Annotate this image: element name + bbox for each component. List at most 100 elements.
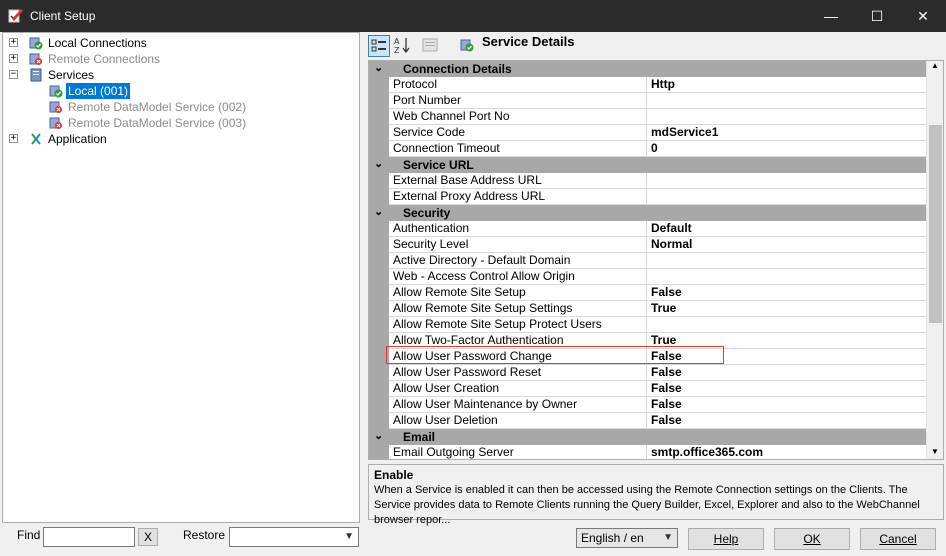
property-value[interactable]: smtp.office365.com (647, 445, 926, 459)
help-button[interactable]: Help (688, 528, 764, 550)
property-grid[interactable]: Email Outgoing Server smtp.office365.com ⌄… (368, 60, 944, 460)
property-grid-scrollbar[interactable]: ▲ ▼ (926, 61, 943, 459)
property-name: External Base Address URL (389, 173, 647, 189)
category-row[interactable]: ⌄ Security (369, 205, 926, 221)
alphabetical-button[interactable]: A Z (392, 35, 414, 57)
property-row[interactable]: Connection Timeout 0 (369, 141, 926, 157)
find-input[interactable] (43, 527, 135, 547)
property-row[interactable]: Security Level Normal (369, 237, 926, 253)
restore-label: Restore (183, 528, 226, 542)
help-text: When a Service is enabled it can then be… (374, 484, 920, 526)
property-value[interactable] (647, 269, 926, 285)
property-value[interactable]: False (647, 365, 926, 381)
minimize-button[interactable]: — (808, 0, 854, 32)
language-dropdown[interactable]: English / en ▼ (576, 528, 678, 548)
service-enabled-icon (460, 39, 474, 52)
property-name: Protocol (389, 77, 647, 93)
property-name: Web - Access Control Allow Origin (389, 269, 647, 285)
category-row[interactable]: ⌄ Email (369, 429, 926, 445)
property-name: Service Code (389, 125, 647, 141)
local-connections-icon (29, 37, 43, 50)
scroll-up-icon[interactable]: ▲ (931, 61, 939, 70)
category-row[interactable]: ⌄ Service URL (369, 157, 926, 173)
tree-item[interactable]: + Local Connections (3, 35, 353, 51)
service-enabled-icon (49, 85, 63, 98)
property-value[interactable]: Normal (647, 237, 926, 253)
tree-item-label: Remote DataModel Service (003) (68, 116, 247, 130)
expand-icon[interactable]: + (9, 134, 18, 143)
tree-item[interactable]: + Remote Connections (3, 51, 353, 67)
property-row[interactable]: External Proxy Address URL (369, 189, 926, 205)
property-row[interactable]: Allow Remote Site Setup False (369, 285, 926, 301)
ok-button[interactable]: OK (774, 528, 850, 550)
row-gutter (369, 253, 389, 269)
svg-text:Z: Z (394, 46, 400, 55)
scroll-down-icon[interactable]: ▼ (931, 447, 939, 456)
navigation-tree[interactable]: + Local Connections + Remote Connections − Se… (2, 32, 360, 523)
property-row[interactable]: Allow User Password Reset False (369, 365, 926, 381)
property-row[interactable]: Web - Access Control Allow Origin (369, 269, 926, 285)
property-value[interactable] (647, 253, 926, 269)
close-button[interactable]: ✕ (900, 0, 946, 32)
property-row[interactable]: Active Directory - Default Domain (369, 253, 926, 269)
tree-item[interactable]: Local (001) (3, 83, 353, 99)
property-pages-button[interactable] (420, 35, 442, 57)
property-value[interactable]: mdService1 (647, 125, 926, 141)
property-value[interactable]: False (647, 285, 926, 301)
row-gutter (369, 397, 389, 413)
collapse-icon[interactable]: ⌄ (374, 429, 383, 442)
property-value[interactable]: False (647, 397, 926, 413)
expand-icon[interactable]: + (9, 54, 18, 63)
collapse-icon[interactable]: ⌄ (374, 157, 383, 170)
property-value[interactable] (647, 317, 926, 333)
tree-item[interactable]: + Application (3, 131, 353, 147)
property-value[interactable]: True (647, 301, 926, 317)
property-row[interactable]: Service Code mdService1 (369, 125, 926, 141)
collapse-icon[interactable]: ⌄ (374, 205, 383, 218)
row-gutter (369, 285, 389, 301)
title-bar: Client Setup — ☐ ✕ (0, 0, 946, 32)
property-value[interactable]: False (647, 381, 926, 397)
property-row[interactable]: Email Outgoing Server smtp.office365.com (369, 445, 926, 459)
property-row[interactable]: Allow User Deletion False (369, 413, 926, 429)
collapse-icon[interactable]: − (9, 70, 18, 79)
property-value[interactable]: 0 (647, 141, 926, 157)
tree-item-label: Local (001) (66, 83, 131, 99)
row-gutter (369, 77, 389, 93)
property-row[interactable]: Protocol Http (369, 77, 926, 93)
property-value[interactable] (647, 93, 926, 109)
property-value[interactable] (647, 189, 926, 205)
property-row[interactable]: Authentication Default (369, 221, 926, 237)
service-disabled-icon (49, 117, 62, 129)
property-row[interactable]: Allow User Creation False (369, 381, 926, 397)
property-value[interactable]: False (647, 413, 926, 429)
property-row[interactable]: Allow Remote Site Setup Protect Users (369, 317, 926, 333)
property-value[interactable]: Default (647, 221, 926, 237)
property-value[interactable] (647, 109, 926, 125)
maximize-button[interactable]: ☐ (854, 0, 900, 32)
property-row[interactable]: Allow Remote Site Setup Settings True (369, 301, 926, 317)
tree-item[interactable]: − Services (3, 67, 353, 83)
scrollbar-thumb[interactable] (929, 125, 942, 323)
tree-item-label: Application (48, 132, 107, 146)
property-value[interactable]: Http (647, 77, 926, 93)
property-row[interactable]: Allow User Maintenance by Owner False (369, 397, 926, 413)
restore-dropdown[interactable]: ▼ (229, 527, 359, 547)
minimize-icon: — (824, 8, 838, 24)
property-row[interactable]: External Base Address URL (369, 173, 926, 189)
tree-item[interactable]: Remote DataModel Service (003) (3, 115, 353, 131)
property-name: Active Directory - Default Domain (389, 253, 647, 269)
property-row[interactable]: Web Channel Port No (369, 109, 926, 125)
cancel-button[interactable]: Cancel (860, 528, 936, 550)
property-value[interactable] (647, 173, 926, 189)
row-gutter (369, 93, 389, 109)
expand-icon[interactable]: + (9, 38, 18, 47)
help-title: Enable (374, 468, 414, 482)
tree-item[interactable]: Remote DataModel Service (002) (3, 99, 353, 115)
clear-find-button[interactable]: X (138, 528, 158, 546)
property-row[interactable]: Port Number (369, 93, 926, 109)
collapse-icon[interactable]: ⌄ (374, 61, 383, 74)
categorized-button[interactable] (368, 35, 390, 57)
property-name: Allow Remote Site Setup (389, 285, 647, 301)
category-row[interactable]: ⌄ Connection Details (369, 61, 926, 77)
